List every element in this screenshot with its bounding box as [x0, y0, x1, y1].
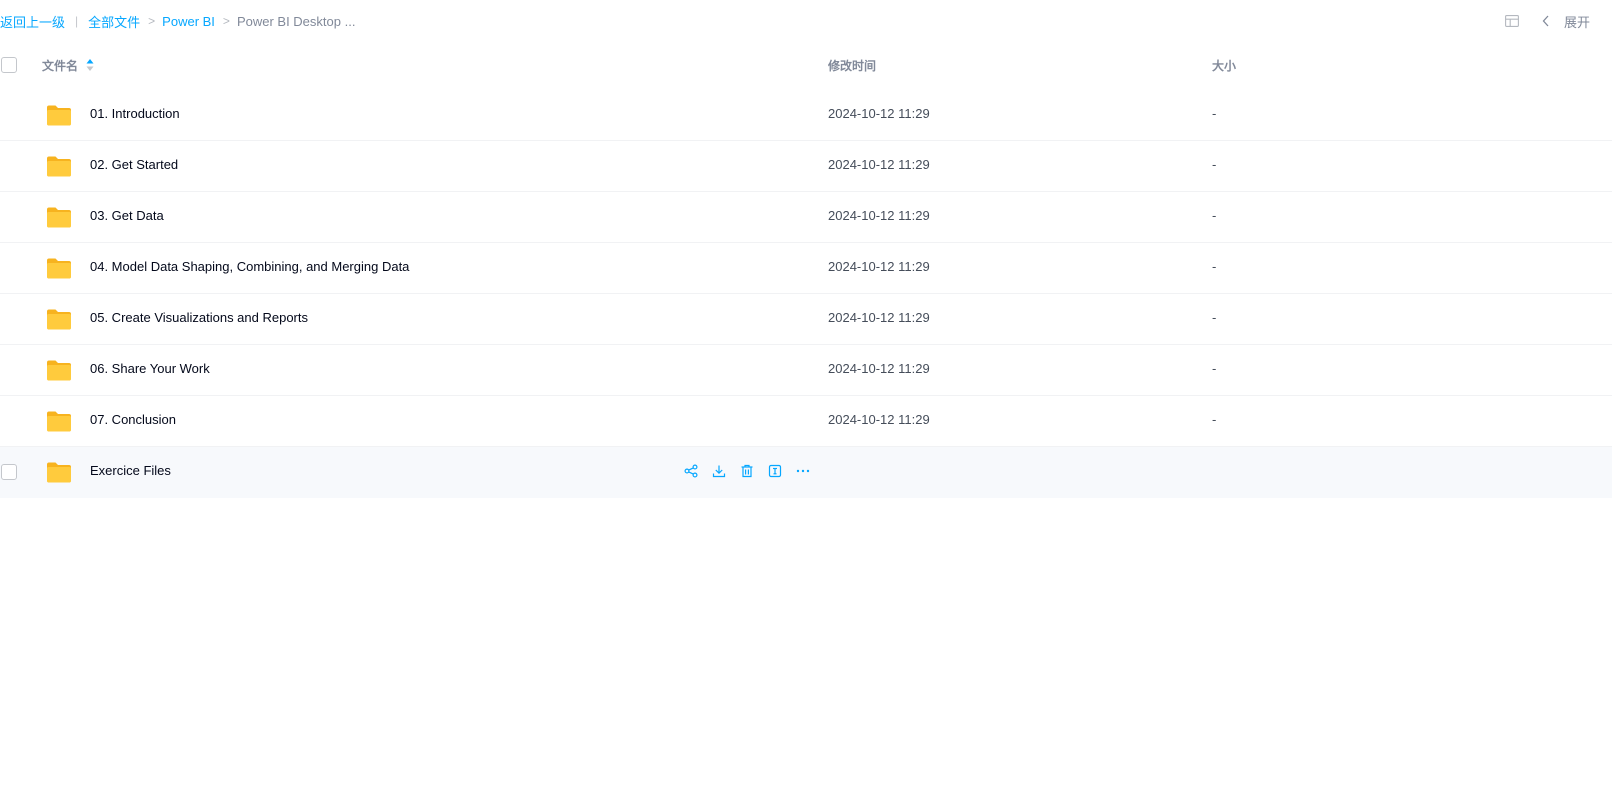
back-link[interactable]: 返回上一级	[0, 12, 65, 31]
table-row[interactable]: 04. Model Data Shaping, Combining, and M…	[0, 243, 1612, 294]
table-row-hovered[interactable]: Exercice Files	[0, 447, 1612, 498]
folder-icon[interactable]	[46, 103, 72, 127]
breadcrumb-all-files[interactable]: 全部文件	[88, 12, 140, 31]
breadcrumb: 返回上一级 | 全部文件 > Power BI > Power BI Deskt…	[0, 11, 355, 31]
file-name[interactable]: 05. Create Visualizations and Reports	[90, 310, 308, 325]
table-row[interactable]: 06. Share Your Work 2024-10-12 11:29 -	[0, 345, 1612, 396]
breadcrumb-current: Power BI Desktop ...	[236, 13, 356, 29]
folder-icon[interactable]	[46, 205, 72, 229]
file-modified: 2024-10-12 11:29	[828, 106, 930, 121]
delete-icon[interactable]	[739, 463, 755, 479]
table-row[interactable]: 05. Create Visualizations and Reports 20…	[0, 294, 1612, 345]
breadcrumb-divider: |	[75, 14, 79, 28]
share-icon[interactable]	[683, 463, 699, 479]
file-size: -	[1212, 208, 1217, 223]
folder-icon[interactable]	[46, 358, 72, 382]
expand-button[interactable]: 展开	[1542, 12, 1590, 31]
folder-icon[interactable]	[46, 256, 72, 280]
file-name[interactable]: Exercice Files	[90, 463, 171, 478]
table-header: 文件名 修改时间 大小	[0, 44, 1612, 86]
file-size: -	[1212, 310, 1217, 325]
table-row[interactable]: 03. Get Data 2024-10-12 11:29 -	[0, 192, 1612, 243]
file-name[interactable]: 03. Get Data	[90, 208, 164, 223]
folder-icon[interactable]	[46, 460, 72, 484]
file-size: -	[1212, 106, 1217, 121]
folder-icon[interactable]	[46, 409, 72, 433]
download-icon[interactable]	[711, 463, 727, 479]
column-header-size[interactable]: 大小	[1212, 56, 1236, 74]
file-size: -	[1212, 361, 1217, 376]
table-row[interactable]: 07. Conclusion 2024-10-12 11:29 -	[0, 396, 1612, 447]
file-name[interactable]: 06. Share Your Work	[90, 361, 210, 376]
file-size: -	[1212, 259, 1217, 274]
column-header-name-label: 文件名	[42, 58, 79, 73]
file-list: 01. Introduction 2024-10-12 11:29 - 02. …	[0, 90, 1612, 498]
file-size: -	[1212, 412, 1217, 427]
chevron-left-icon	[1542, 14, 1556, 28]
file-name[interactable]: 02. Get Started	[90, 157, 178, 172]
folder-icon[interactable]	[46, 307, 72, 331]
breadcrumb-separator: >	[222, 14, 230, 28]
file-modified: 2024-10-12 11:29	[828, 259, 930, 274]
file-name[interactable]: 01. Introduction	[90, 106, 180, 121]
rename-icon[interactable]	[767, 463, 783, 479]
folder-icon[interactable]	[46, 154, 72, 178]
file-size: -	[1212, 157, 1217, 172]
table-row[interactable]: 01. Introduction 2024-10-12 11:29 -	[0, 90, 1612, 141]
expand-label: 展开	[1563, 14, 1590, 30]
column-header-name[interactable]: 文件名	[42, 56, 94, 74]
file-modified: 2024-10-12 11:29	[828, 310, 930, 325]
file-modified: 2024-10-12 11:29	[828, 208, 930, 223]
more-icon[interactable]	[795, 463, 811, 479]
grid-view-icon[interactable]	[1504, 13, 1520, 29]
file-modified: 2024-10-12 11:29	[828, 157, 930, 172]
view-controls: 展开	[1504, 11, 1590, 31]
breadcrumb-power-bi[interactable]: Power BI	[162, 14, 215, 29]
select-all-checkbox[interactable]	[1, 57, 17, 73]
file-name[interactable]: 07. Conclusion	[90, 412, 176, 427]
breadcrumb-separator: >	[148, 14, 156, 28]
file-name[interactable]: 04. Model Data Shaping, Combining, and M…	[90, 259, 409, 274]
row-actions	[683, 463, 823, 479]
file-modified: 2024-10-12 11:29	[828, 412, 930, 427]
table-row[interactable]: 02. Get Started 2024-10-12 11:29 -	[0, 141, 1612, 192]
file-modified: 2024-10-12 11:29	[828, 361, 930, 376]
sort-icon[interactable]	[86, 58, 94, 72]
column-header-modified[interactable]: 修改时间	[828, 56, 876, 74]
row-checkbox[interactable]	[1, 464, 17, 480]
